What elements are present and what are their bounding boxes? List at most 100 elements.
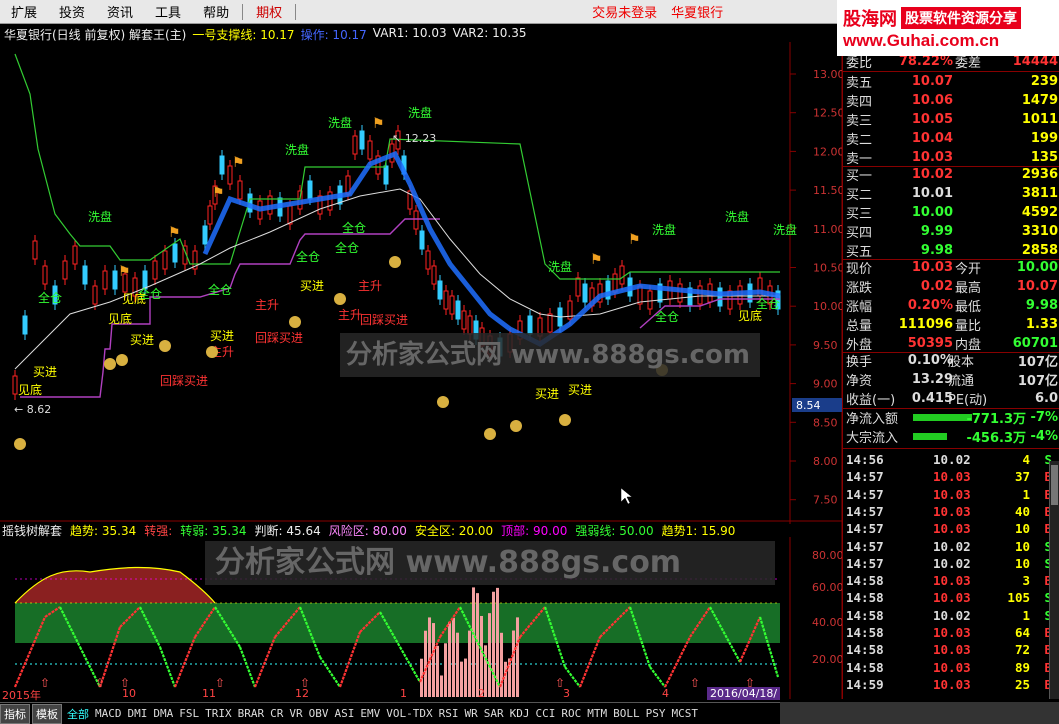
- login-status[interactable]: 交易未登录: [592, 2, 657, 21]
- scrollbar-thumb[interactable]: [1051, 465, 1058, 505]
- price-axis-label: 10.50: [813, 262, 842, 275]
- indicator-tab[interactable]: 模板: [32, 703, 62, 724]
- signal-annotation: 买进: [33, 365, 57, 379]
- indicator-tab[interactable]: TRIX: [202, 707, 235, 720]
- flow-label: 净流入额: [846, 412, 899, 427]
- sub-bar: [516, 617, 519, 697]
- signal-annotation: 见底: [108, 311, 132, 326]
- indicator-tab[interactable]: WR: [461, 707, 480, 720]
- menu-item-invest[interactable]: 投资: [48, 2, 96, 21]
- sub-risk: 风险区: 80.00: [328, 524, 407, 538]
- tick-time: 14:58: [846, 659, 884, 675]
- signal-annotation: 洗盘: [285, 142, 309, 157]
- indicator-tab[interactable]: VOL-TDX: [383, 707, 435, 720]
- candle: [307, 180, 313, 200]
- indicator-tab[interactable]: OBV: [306, 707, 332, 720]
- date-axis: 2015年 10 11 12 1 2 3 4 2016/04/18/: [0, 687, 790, 702]
- tick-row: 14:5810.03105S: [843, 590, 1059, 607]
- candle: [431, 265, 437, 285]
- indicator-tab[interactable]: DMA: [150, 707, 176, 720]
- bid-row: 买四 9.99 3310: [843, 222, 1059, 241]
- date-label: 12: [295, 687, 309, 700]
- menu-divider: [242, 3, 244, 20]
- candle: [619, 265, 625, 285]
- indicator-tab[interactable]: ROC: [558, 707, 584, 720]
- candle: [219, 155, 225, 175]
- quote-label: 量比: [955, 319, 982, 334]
- quote-label: 最高: [955, 281, 982, 296]
- quote-label: 卖四: [846, 95, 873, 110]
- date-label: 3: [563, 687, 570, 700]
- indicator-tab[interactable]: RSI: [436, 707, 462, 720]
- candle: [461, 310, 467, 330]
- indicator-tab[interactable]: CCI: [532, 707, 558, 720]
- menu-item-help[interactable]: 帮助: [192, 2, 240, 21]
- indicator-tab[interactable]: SAR: [481, 707, 507, 720]
- indicator-tab[interactable]: 指标: [0, 703, 30, 724]
- signal-annotation: 全仓: [38, 290, 62, 305]
- indicator-tab[interactable]: FSL: [176, 707, 202, 720]
- tick-price: 10.03: [933, 521, 971, 537]
- menu-item-extend[interactable]: 扩展: [0, 2, 48, 21]
- sub-trend1: 趋势1: 15.90: [661, 524, 736, 538]
- indicator-tab[interactable]: MTM: [584, 707, 610, 720]
- menu-item-tools[interactable]: 工具: [144, 2, 192, 21]
- candle: [455, 300, 461, 320]
- sub-axis-label: 40.00: [812, 616, 842, 629]
- tick-time: 14:58: [846, 590, 884, 606]
- quote-label: 总量: [846, 319, 873, 334]
- money-bag-icon: [14, 438, 26, 450]
- signal-annotation: 主升: [338, 308, 362, 322]
- chart-area[interactable]: 华夏银行(日线 前复权) 解套王(主) 一号支撑线: 10.17 操作: 10.…: [0, 24, 842, 699]
- stat-row: 现价 10.03 今开 10.00: [843, 258, 1059, 277]
- indicator-tab[interactable]: PSY: [643, 707, 669, 720]
- tick-list-scrollbar[interactable]: [1049, 461, 1059, 699]
- stat-row: 涨跌 0.02 最高 10.07: [843, 277, 1059, 296]
- sub-trend: 趋势: 35.34: [70, 524, 137, 538]
- price-axis-label: 8.00: [813, 455, 838, 468]
- sub-axis-label: 60.00: [812, 581, 842, 594]
- indicator-tab[interactable]: BOLL: [610, 707, 643, 720]
- flow-value: -456.3万: [966, 431, 1026, 446]
- tick-volume: 105: [1007, 590, 1030, 606]
- indicator-tab[interactable]: DMI: [125, 707, 151, 720]
- tick-time: 14:59: [846, 676, 884, 692]
- indicator-tab[interactable]: MACD: [92, 707, 125, 720]
- indicator-tab[interactable]: CR: [267, 707, 286, 720]
- tick-price: 10.02: [933, 452, 971, 467]
- money-bag-icon: [437, 396, 449, 408]
- quote-value: 239: [1030, 74, 1058, 89]
- indicator-tab[interactable]: VR: [286, 707, 305, 720]
- menu-item-news[interactable]: 资讯: [96, 2, 144, 21]
- money-bag-icon: [159, 340, 171, 352]
- sub-judge: 判断: 45.64: [254, 524, 321, 538]
- indicator-tab[interactable]: ASI: [332, 707, 358, 720]
- indicator-tab[interactable]: MCST: [668, 707, 701, 720]
- price-axis-label: 9.50: [813, 339, 838, 352]
- money-bag-icon: [334, 293, 346, 305]
- candle: [612, 273, 618, 293]
- signal-annotation: 买进: [535, 387, 559, 401]
- indicator-tab[interactable]: KDJ: [507, 707, 533, 720]
- indicator-tab[interactable]: BRAR: [235, 707, 268, 720]
- quote-value: 9.98: [1025, 298, 1058, 313]
- runner-icon: ⚑: [232, 155, 245, 171]
- quote-value: 10.07: [911, 74, 953, 89]
- ask-row: 卖三 10.05 1011: [843, 110, 1059, 129]
- tick-price: 10.02: [933, 607, 971, 623]
- indicator-tab[interactable]: 全部: [64, 706, 92, 722]
- weibi-value: 78.22%: [898, 54, 953, 69]
- tick-time: 14:57: [846, 469, 884, 485]
- sub-top: 顶部: 90.00: [501, 524, 568, 538]
- money-bag-icon: [104, 358, 116, 370]
- signal-annotation: 洗盘: [652, 222, 676, 237]
- candle: [102, 270, 108, 290]
- tick-volume: 40: [1014, 503, 1030, 519]
- flow-label: 大宗流入: [846, 431, 899, 446]
- quote-value: 3811: [1021, 186, 1058, 201]
- sub-zigzag-segment: [173, 636, 197, 688]
- indicator-tab[interactable]: EMV: [357, 707, 383, 720]
- menu-item-options[interactable]: 期权: [245, 2, 293, 21]
- sub-weak: 转弱: 35.34: [180, 524, 247, 538]
- fundamental-row: 换手 0.10% 股本 107亿: [843, 351, 1059, 370]
